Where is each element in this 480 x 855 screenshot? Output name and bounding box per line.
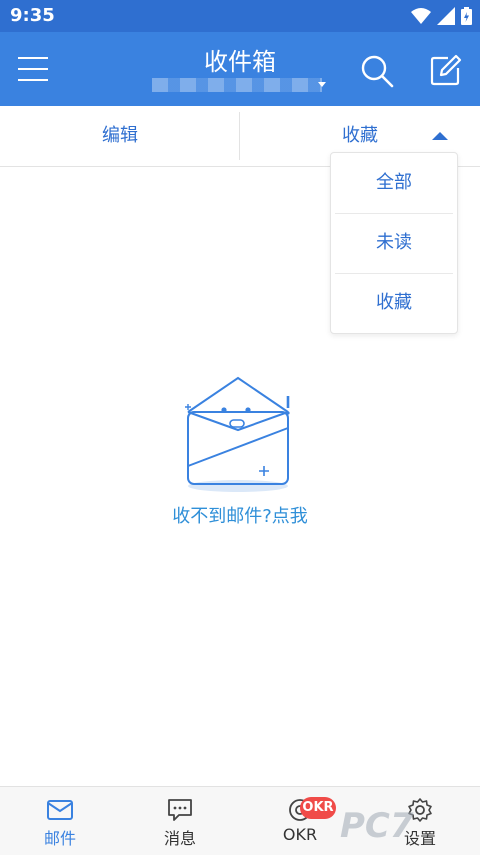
- status-time: 9:35: [10, 5, 55, 26]
- status-bar: 9:35: [0, 0, 480, 32]
- wifi-icon: [411, 8, 431, 24]
- dropdown-item-all[interactable]: 全部: [331, 153, 457, 213]
- okr-badge: OKR: [300, 797, 336, 819]
- mail-help-link[interactable]: 收不到邮件?点我: [0, 502, 480, 528]
- nav-label-messages: 消息: [163, 829, 196, 848]
- signal-icon: [437, 7, 455, 25]
- dropdown-item-starred[interactable]: 收藏: [331, 273, 457, 333]
- empty-state: 收不到邮件?点我: [0, 370, 480, 540]
- page-title: 收件箱: [204, 48, 276, 76]
- nav-label-mail: 邮件: [43, 829, 76, 848]
- status-icons: [411, 7, 472, 25]
- app-header: 收件箱: [0, 32, 480, 106]
- search-icon[interactable]: [360, 54, 394, 88]
- dropdown-item-unread[interactable]: 未读: [331, 213, 457, 273]
- edit-button[interactable]: 编辑: [0, 106, 240, 166]
- mail-icon: [47, 800, 73, 820]
- compose-icon[interactable]: [430, 54, 462, 86]
- chevron-up-icon[interactable]: [432, 132, 448, 140]
- chevron-down-icon: [318, 82, 326, 87]
- watermark: PC7: [340, 806, 414, 846]
- nav-item-mail[interactable]: 邮件: [0, 787, 120, 855]
- account-switcher[interactable]: [152, 78, 322, 92]
- battery-icon: [461, 7, 472, 25]
- filter-dropdown-menu: 全部 未读 收藏: [330, 152, 458, 334]
- nav-item-messages[interactable]: 消息: [120, 787, 240, 855]
- chat-icon: [168, 799, 192, 821]
- envelope-illustration-icon: [185, 376, 290, 492]
